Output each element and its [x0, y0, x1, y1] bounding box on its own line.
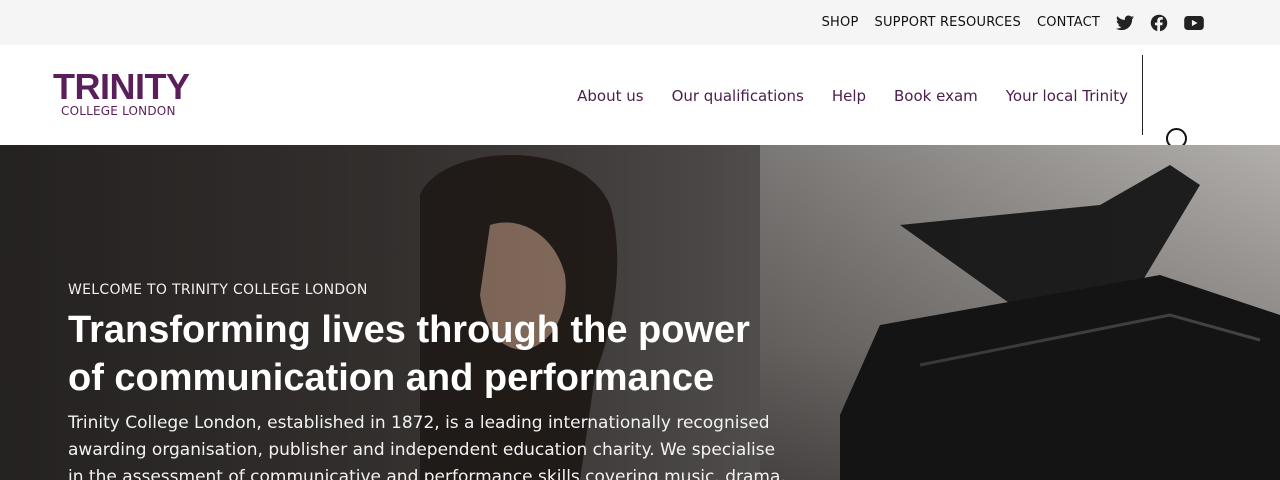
hero-content: WELCOME TO TRINITY COLLEGE LONDON Transf… [68, 282, 788, 480]
support-resources-link[interactable]: SUPPORT RESOURCES [875, 15, 1021, 30]
contact-link[interactable]: CONTACT [1037, 15, 1100, 30]
logo-wordmark: TRINITY [53, 66, 190, 107]
nav-about-us[interactable]: About us [577, 87, 643, 105]
utility-bar: SHOP SUPPORT RESOURCES CONTACT [0, 0, 1280, 45]
twitter-icon[interactable] [1116, 15, 1134, 31]
nav-divider [1142, 55, 1143, 135]
nav-your-local-trinity[interactable]: Your local Trinity [1006, 87, 1128, 105]
youtube-icon[interactable] [1184, 15, 1204, 30]
primary-nav: About us Our qualifications Help Book ex… [549, 87, 1128, 105]
facebook-icon[interactable] [1150, 14, 1168, 32]
logo-subtitle: COLLEGE LONDON [61, 104, 176, 118]
nav-our-qualifications[interactable]: Our qualifications [672, 87, 804, 105]
main-header: TRINITY COLLEGE LONDON About us Our qual… [0, 45, 1280, 155]
hero-description: Trinity College London, established in 1… [68, 413, 786, 480]
nav-help[interactable]: Help [832, 87, 866, 105]
trinity-logo[interactable]: TRINITY COLLEGE LONDON [53, 66, 190, 119]
hero-headline: Transforming lives through the power of … [68, 309, 750, 399]
shop-link[interactable]: SHOP [822, 15, 859, 30]
hero-eyebrow: WELCOME TO TRINITY COLLEGE LONDON [68, 282, 368, 298]
nav-book-exam[interactable]: Book exam [894, 87, 978, 105]
hero-banner: WELCOME TO TRINITY COLLEGE LONDON Transf… [0, 145, 1280, 480]
